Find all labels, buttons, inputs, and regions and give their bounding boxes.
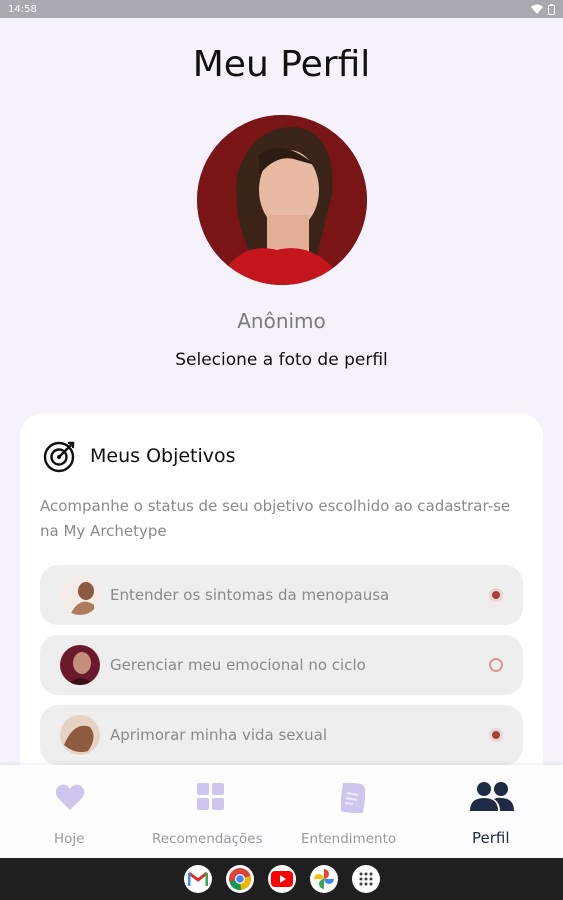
photos-icon[interactable]	[309, 865, 338, 893]
goals-card: Meus Objetivos Acompanhe o status de seu…	[20, 414, 543, 814]
people-icon	[470, 782, 514, 811]
nav-label-entendimento: Entendimento	[301, 831, 397, 847]
youtube-icon[interactable]	[267, 865, 296, 893]
bottom-navigation: Hoje Recomendações Entendimento Perfil	[0, 765, 563, 858]
page-title: Meu Perfil	[192, 44, 371, 85]
nav-label-recomendacoes: Recomendações	[152, 831, 263, 847]
goal-thumbnail	[60, 575, 100, 615]
status-bar: 14:58	[0, 0, 563, 18]
select-photo-link[interactable]: Selecione a foto de perfil	[0, 350, 563, 370]
status-icons	[531, 3, 555, 15]
app-drawer-icon[interactable]	[351, 865, 380, 893]
chrome-icon[interactable]	[225, 865, 254, 893]
goals-card-title: Meus Objetivos	[90, 445, 236, 467]
nav-label-perfil: Perfil	[472, 829, 510, 847]
nav-tab-recomendacoes[interactable]: Recomendações	[150, 765, 274, 858]
nav-tab-hoje[interactable]: Hoje	[40, 765, 100, 858]
goal-thumbnail	[60, 645, 100, 685]
gmail-icon[interactable]	[183, 865, 212, 893]
heart-icon	[55, 784, 85, 810]
goal-label: Gerenciar meu emocional no ciclo	[110, 656, 366, 674]
goal-label: Entender os sintomas da menopausa	[110, 586, 390, 604]
goal-item[interactable]: Aprimorar minha vida sexual	[40, 705, 523, 765]
goal-status-indicator	[489, 658, 503, 672]
goal-thumbnail	[60, 715, 100, 755]
goal-status-indicator	[489, 588, 503, 602]
target-icon	[43, 441, 75, 473]
goal-label: Aprimorar minha vida sexual	[110, 726, 328, 744]
nav-label-hoje: Hoje	[54, 831, 85, 847]
wifi-icon	[531, 4, 543, 14]
goal-item[interactable]: Gerenciar meu emocional no ciclo	[40, 635, 523, 695]
goals-card-header: Meus Objetivos	[42, 438, 236, 474]
profile-name: Anônimo	[237, 309, 326, 333]
nav-tab-entendimento[interactable]: Entendimento	[300, 765, 408, 858]
avatar-image	[197, 115, 367, 285]
goal-status-indicator	[489, 728, 503, 742]
goal-item[interactable]: Entender os sintomas da menopausa	[40, 565, 523, 625]
system-dock	[0, 858, 563, 900]
grid-icon	[197, 783, 224, 810]
profile-avatar[interactable]	[197, 115, 367, 285]
status-time: 14:58	[8, 3, 37, 15]
battery-icon	[548, 3, 555, 15]
nav-tab-perfil[interactable]: Perfil	[462, 765, 522, 858]
goals-card-description: Acompanhe o status de seu objetivo escol…	[40, 497, 511, 540]
document-icon	[341, 783, 365, 813]
